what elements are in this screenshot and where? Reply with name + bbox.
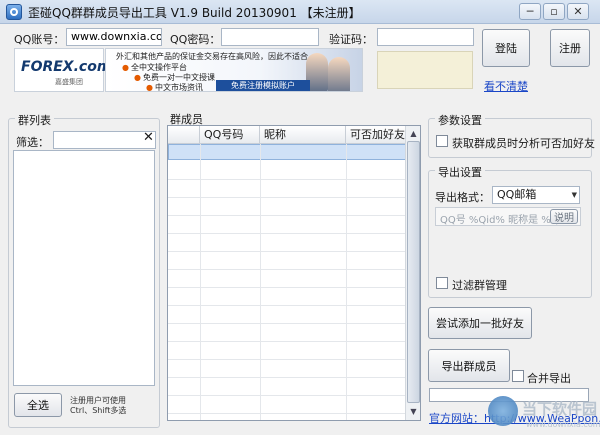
table-row bbox=[168, 414, 406, 420]
captcha-input[interactable] bbox=[377, 28, 474, 46]
qq-password-label: QQ密码： bbox=[170, 33, 221, 46]
table-row bbox=[168, 288, 406, 306]
table-row bbox=[168, 162, 406, 180]
table-row bbox=[168, 252, 406, 270]
ad-banner-logo[interactable]: FOREX.com 嘉盛集团 bbox=[14, 48, 111, 92]
official-site-label[interactable]: 官方网站： bbox=[429, 412, 484, 425]
export-format-label: 导出格式： bbox=[435, 191, 490, 204]
merge-export-checkbox[interactable] bbox=[512, 370, 524, 382]
ad-headline: 外汇和其他产品的保证金交易存在高风险，因此不适合 bbox=[116, 52, 308, 61]
members-scrollbar[interactable]: ▲ ▼ bbox=[405, 126, 420, 420]
clear-icon[interactable]: ✕ bbox=[143, 130, 154, 145]
table-row bbox=[168, 324, 406, 342]
table-row bbox=[168, 270, 406, 288]
table-row bbox=[168, 396, 406, 414]
table-row-selected[interactable] bbox=[168, 144, 406, 160]
group-list[interactable] bbox=[13, 150, 155, 386]
qq-account-input[interactable]: www.downxia.com bbox=[66, 28, 162, 46]
table-row bbox=[168, 378, 406, 396]
ad-banner[interactable]: 外汇和其他产品的保证金交易存在高风险，因此不适合 ● 全中文操作平台 ● 免费一对一… bbox=[105, 48, 363, 92]
table-row bbox=[168, 306, 406, 324]
export-format-select[interactable]: QQ邮箱 ▼ bbox=[492, 186, 580, 204]
export-settings-title: 导出设置 bbox=[435, 164, 485, 180]
filter-admin-checkbox[interactable] bbox=[436, 277, 448, 289]
column-header-can-add[interactable]: 可否加好友 bbox=[346, 126, 406, 144]
window-title: 歪碰QQ群群成员导出工具 V1.9 Build 20130901 【未注册】 bbox=[28, 6, 361, 20]
chevron-down-icon: ▼ bbox=[571, 191, 577, 199]
explain-button[interactable]: 说明 bbox=[550, 209, 578, 224]
register-button[interactable]: 注册 bbox=[550, 29, 590, 67]
column-header-qq[interactable]: QQ号码 bbox=[200, 126, 260, 144]
forex-logo: FOREX.com bbox=[21, 59, 112, 75]
table-header-blank bbox=[168, 126, 200, 144]
merge-export-label[interactable]: 合并导出 bbox=[527, 370, 571, 386]
table-row bbox=[168, 216, 406, 234]
login-button[interactable]: 登陆 bbox=[482, 29, 530, 67]
scroll-down-icon[interactable]: ▼ bbox=[407, 405, 420, 418]
close-icon[interactable]: ✕ bbox=[567, 3, 589, 20]
group-list-title: 群列表 bbox=[15, 112, 54, 128]
select-all-button[interactable]: 全选 bbox=[14, 393, 62, 417]
watermark-logo-icon bbox=[488, 396, 518, 426]
restore-icon[interactable]: ▫ bbox=[543, 3, 565, 20]
minimize-icon[interactable]: ─ bbox=[519, 3, 541, 20]
analyze-friend-label[interactable]: 获取群成员时分析可否加好友 bbox=[452, 135, 595, 151]
ad-bullet-3: ● 中文市场资讯 bbox=[146, 83, 203, 92]
table-row bbox=[168, 198, 406, 216]
watermark: 当下软件园 www.downxia.com bbox=[488, 390, 600, 435]
members-table[interactable]: QQ号码 昵称 可否加好友 ▲ ▼ bbox=[167, 125, 421, 421]
cant-see-link[interactable]: 看不清楚 bbox=[484, 78, 528, 94]
table-row bbox=[168, 360, 406, 378]
column-header-nickname[interactable]: 昵称 bbox=[260, 126, 346, 144]
table-row bbox=[168, 180, 406, 198]
forex-logo-sub: 嘉盛集团 bbox=[55, 78, 83, 86]
scroll-thumb[interactable] bbox=[407, 141, 420, 403]
captcha-image bbox=[377, 51, 473, 89]
table-row bbox=[168, 234, 406, 252]
param-settings-title: 参数设置 bbox=[435, 112, 485, 128]
captcha-label: 验证码： bbox=[329, 33, 373, 46]
watermark-text: 当下软件园 bbox=[522, 400, 598, 418]
add-friends-button[interactable]: 尝试添加一批好友 bbox=[428, 307, 532, 339]
filter-admin-label[interactable]: 过滤群管理 bbox=[452, 277, 507, 293]
watermark-sub: www.downxia.com bbox=[526, 420, 600, 429]
ad-cta-button[interactable]: 免费注册模拟账户 bbox=[216, 80, 310, 91]
multi-select-hint: 注册用户可使用 Ctrl、Shift多选 bbox=[70, 396, 127, 415]
filter-input[interactable] bbox=[53, 131, 156, 149]
export-members-button[interactable]: 导出群成员 bbox=[428, 349, 510, 382]
qq-account-label: QQ账号： bbox=[14, 33, 65, 46]
table-row bbox=[168, 342, 406, 360]
scroll-up-icon[interactable]: ▲ bbox=[407, 127, 420, 140]
app-icon bbox=[6, 4, 22, 20]
analyze-friend-checkbox[interactable] bbox=[436, 135, 448, 147]
qq-password-input[interactable] bbox=[221, 28, 319, 46]
ad-person-image bbox=[328, 57, 350, 91]
filter-label: 筛选： bbox=[16, 136, 49, 149]
